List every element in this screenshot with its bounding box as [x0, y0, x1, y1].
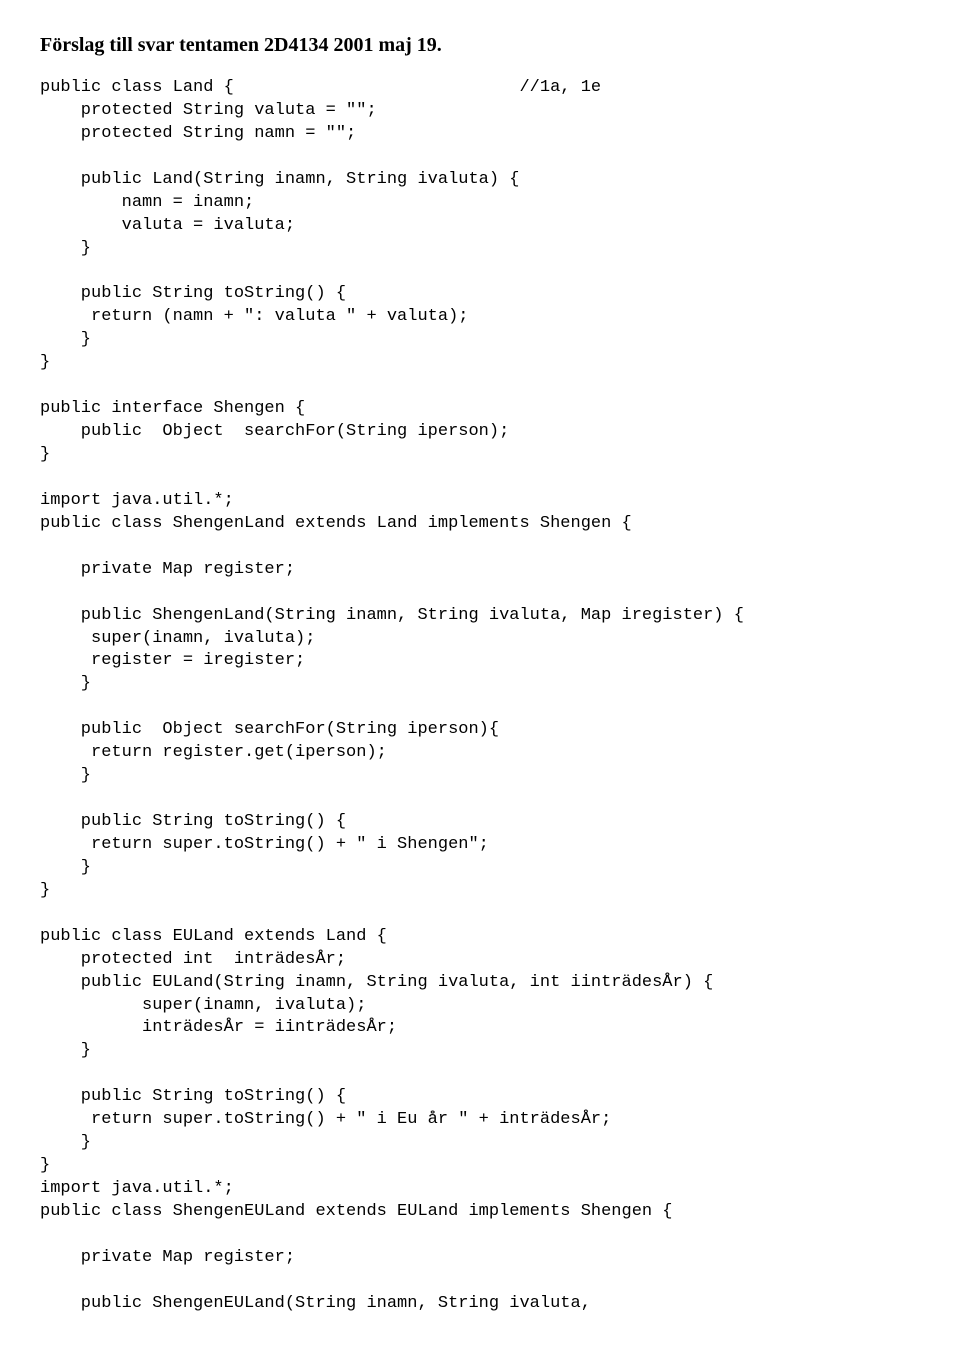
page-title: Förslag till svar tentamen 2D4134 2001 m…	[40, 32, 920, 59]
code-block: public class Land { //1a, 1e protected S…	[40, 77, 920, 1316]
